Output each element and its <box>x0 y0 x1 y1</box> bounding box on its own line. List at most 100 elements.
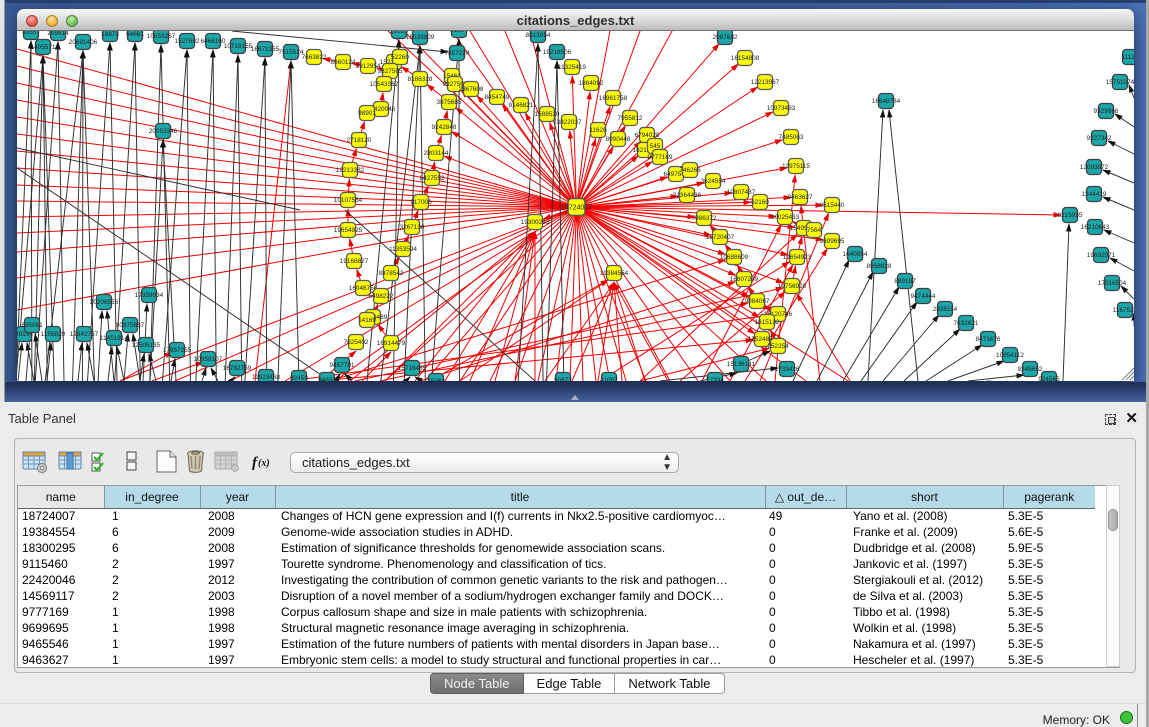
svg-text:18873: 18873 <box>101 31 119 38</box>
svg-text:8878542: 8878542 <box>379 270 404 277</box>
svg-text:924565: 924565 <box>1038 376 1060 381</box>
svg-text:252254: 252254 <box>767 343 789 350</box>
svg-text:1527602: 1527602 <box>175 38 200 45</box>
svg-text:8454749: 8454749 <box>485 94 510 101</box>
svg-text:7857224: 7857224 <box>445 50 470 57</box>
svg-text:1244419: 1244419 <box>1082 191 1107 198</box>
svg-text:12942757: 12942757 <box>70 331 99 338</box>
svg-text:15720407: 15720407 <box>706 234 735 241</box>
svg-text:18724007: 18724007 <box>561 205 592 212</box>
svg-text:1405571: 1405571 <box>31 44 56 51</box>
svg-text:10719155: 10719155 <box>224 43 253 50</box>
svg-text:8215955: 8215955 <box>1058 212 1083 219</box>
svg-text:2935114: 2935114 <box>933 306 958 313</box>
svg-text:19384554: 19384554 <box>600 270 629 277</box>
svg-text:90871: 90871 <box>554 377 572 381</box>
svg-text:9084067: 9084067 <box>745 298 770 305</box>
svg-text:16648784: 16648784 <box>872 98 901 105</box>
svg-text:10653267: 10653267 <box>147 33 176 40</box>
svg-text:10654112: 10654112 <box>996 352 1024 359</box>
svg-text:7515524: 7515524 <box>279 49 304 56</box>
svg-text:8427552: 8427552 <box>420 175 445 182</box>
svg-text:30557: 30557 <box>22 31 40 36</box>
svg-text:8990448: 8990448 <box>606 136 631 143</box>
svg-text:7986372: 7986372 <box>692 215 717 222</box>
svg-text:15716485: 15716485 <box>398 365 427 372</box>
svg-text:8186328: 8186328 <box>408 76 433 83</box>
svg-text:10807487: 10807487 <box>727 189 756 196</box>
svg-text:3822037: 3822037 <box>557 119 582 126</box>
svg-text:1167533: 1167533 <box>1113 307 1134 314</box>
svg-text:21364436: 21364436 <box>673 192 702 199</box>
svg-text:6466160: 6466160 <box>201 38 226 45</box>
svg-text:12975115: 12975115 <box>782 163 810 170</box>
svg-text:19300293: 19300293 <box>521 219 550 226</box>
svg-text:10958107: 10958107 <box>194 356 223 363</box>
svg-text:9463627: 9463627 <box>788 194 813 201</box>
svg-text:16154808: 16154808 <box>731 55 760 62</box>
svg-text:20206556: 20206556 <box>90 299 119 306</box>
svg-text:16914479: 16914479 <box>377 340 406 347</box>
svg-text:2087682: 2087682 <box>713 34 738 41</box>
svg-text:917006: 917006 <box>410 199 432 206</box>
svg-text:746266: 746266 <box>679 167 701 174</box>
svg-text:835061: 835061 <box>21 322 43 329</box>
svg-text:9146821: 9146821 <box>509 102 534 109</box>
svg-text:2367608: 2367608 <box>459 86 484 93</box>
svg-text:9515440: 9515440 <box>820 202 845 209</box>
svg-text:3624554: 3624554 <box>701 178 726 185</box>
svg-text:20053346: 20053346 <box>149 128 178 135</box>
svg-text:8813054: 8813054 <box>526 32 551 39</box>
svg-text:11923468: 11923468 <box>252 374 280 381</box>
svg-text:11451914: 11451914 <box>100 335 128 342</box>
svg-text:12213967: 12213967 <box>751 79 780 86</box>
svg-text:11353594: 11353594 <box>389 246 417 253</box>
svg-text:62160: 62160 <box>751 199 769 206</box>
svg-text:17334: 17334 <box>706 377 724 381</box>
svg-text:94650: 94650 <box>318 377 336 381</box>
svg-text:19654923: 19654923 <box>783 254 812 261</box>
svg-text:9777169: 9777169 <box>648 154 673 161</box>
svg-text:19692971: 19692971 <box>1087 252 1116 259</box>
svg-text:2718120: 2718120 <box>347 137 372 144</box>
svg-text:17957255: 17957255 <box>163 347 192 354</box>
svg-text:15751074: 15751074 <box>1106 79 1134 86</box>
svg-text:8660124: 8660124 <box>331 59 356 66</box>
svg-text:16210643: 16210643 <box>1081 224 1110 231</box>
svg-text:8471676: 8471676 <box>976 336 1001 343</box>
svg-text:16961758: 16961758 <box>599 95 628 102</box>
svg-text:3267130: 3267130 <box>400 224 425 231</box>
svg-text:1640954: 1640954 <box>843 251 868 258</box>
svg-text:10107554: 10107554 <box>334 197 363 204</box>
svg-text:15136141: 15136141 <box>727 361 756 368</box>
svg-text:10025433: 10025433 <box>771 214 800 221</box>
svg-text:9242848: 9242848 <box>432 124 457 131</box>
svg-text:9474444: 9474444 <box>911 293 936 300</box>
svg-text:7632621: 7632621 <box>954 320 979 327</box>
svg-text:12505135: 12505135 <box>132 342 161 349</box>
svg-text:19166827: 19166827 <box>340 258 369 265</box>
svg-text:12213382: 12213382 <box>336 167 365 174</box>
svg-text:17016504: 17016504 <box>1098 280 1127 287</box>
svg-text:1588520: 1588520 <box>535 111 560 118</box>
svg-text:14169: 14169 <box>358 317 376 324</box>
svg-text:11626: 11626 <box>589 127 607 134</box>
svg-text:92450: 92450 <box>290 375 308 381</box>
svg-text:9457791: 9457791 <box>330 362 355 369</box>
svg-text:1733426: 1733426 <box>775 366 800 373</box>
svg-text:19654925: 19654925 <box>334 227 363 234</box>
svg-text:7564: 7564 <box>807 227 822 234</box>
svg-text:2803144: 2803144 <box>424 150 449 157</box>
svg-text:7625402: 7625402 <box>344 339 369 346</box>
svg-text:52260: 52260 <box>391 54 409 61</box>
svg-text:889197: 889197 <box>894 278 916 285</box>
svg-text:90975867: 90975867 <box>116 322 145 329</box>
svg-text:16782759: 16782759 <box>223 365 252 372</box>
svg-text:9327505: 9327505 <box>378 68 403 75</box>
svg-text:9699695: 9699695 <box>820 238 845 245</box>
svg-text:98901: 98901 <box>358 110 376 117</box>
svg-text:9227342: 9227342 <box>1087 135 1112 142</box>
svg-text:8958928: 8958928 <box>867 263 892 270</box>
svg-text:15064: 15064 <box>427 378 445 381</box>
svg-text:10543362: 10543362 <box>370 81 399 88</box>
